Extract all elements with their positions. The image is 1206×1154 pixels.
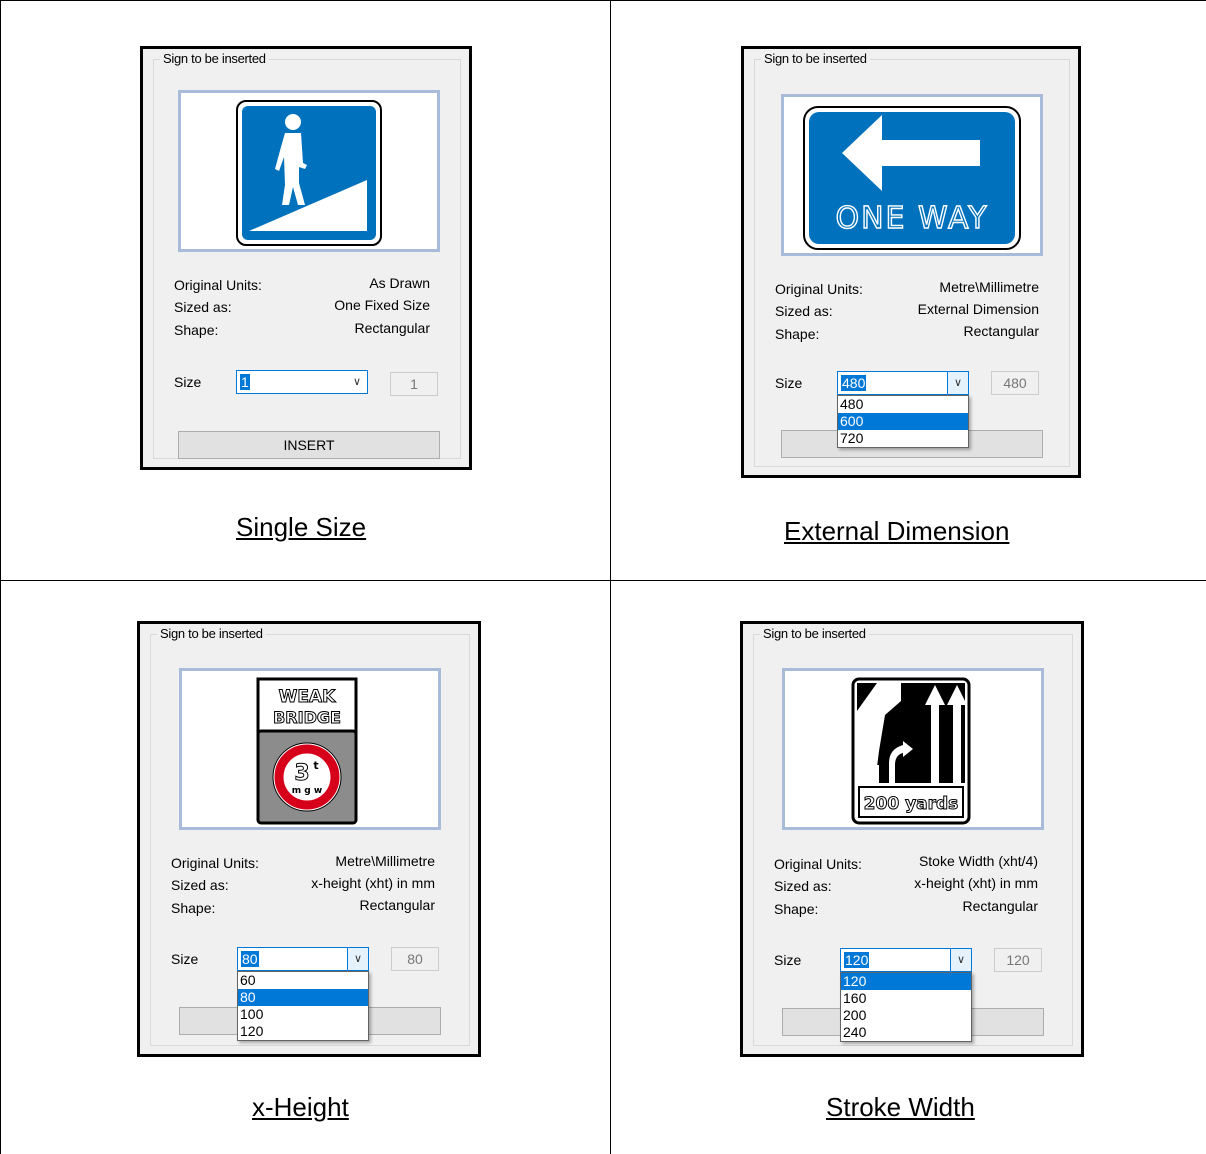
dropdown-option-selected[interactable]: 80 xyxy=(238,989,368,1006)
group-title: Sign to be inserted xyxy=(761,52,870,66)
dropdown-option-selected[interactable]: 120 xyxy=(841,973,971,990)
group-title: Sign to be inserted xyxy=(157,627,266,641)
original-units-label: Original Units: xyxy=(775,281,863,297)
sign-group: Sign to be inserted Original Units: Size… xyxy=(153,52,461,459)
sign-text-bridge: BRIDGE xyxy=(273,708,341,727)
dropdown-option[interactable]: 720 xyxy=(838,430,968,447)
size-dropdown-list[interactable]: 60 80 100 120 xyxy=(237,971,369,1041)
sign-text-mgw: m g w xyxy=(292,786,322,796)
original-units-label: Original Units: xyxy=(171,855,259,871)
dialog-x-height: Sign to be inserted WEAK BRIDGE 3 t m g … xyxy=(137,621,481,1057)
size-combobox[interactable]: 1 ∨ xyxy=(236,370,368,394)
chevron-down-icon[interactable]: ∨ xyxy=(347,948,368,970)
sign-preview: ONE WAY xyxy=(781,94,1043,256)
sign-preview xyxy=(178,90,440,252)
chevron-down-icon[interactable]: ∨ xyxy=(950,949,971,971)
size-combobox[interactable]: 80 ∨ xyxy=(237,947,369,971)
size-readout: 1 xyxy=(390,372,438,396)
shape-value: Rectangular xyxy=(963,323,1040,339)
sign-group: Sign to be inserted ONE WAY Original Uni… xyxy=(754,52,1070,467)
size-combobox-value: 480 xyxy=(841,375,867,391)
size-readout: 80 xyxy=(391,947,439,971)
sized-as-label: Sized as: xyxy=(775,303,833,319)
sign-text-unit: t xyxy=(313,759,318,772)
dropdown-option[interactable]: 60 xyxy=(238,972,368,989)
chevron-down-icon[interactable]: ∨ xyxy=(347,371,367,393)
dialog-stroke-width: Sign to be inserted 200 yards Original U… xyxy=(740,621,1084,1057)
dropdown-option[interactable]: 200 xyxy=(841,1007,971,1024)
dropdown-option[interactable]: 100 xyxy=(238,1006,368,1023)
weak-bridge-sign-icon: WEAK BRIDGE 3 t m g w xyxy=(256,677,358,825)
table-border-top xyxy=(0,0,1206,1)
dialog-external-dimension: Sign to be inserted ONE WAY Original Uni… xyxy=(741,46,1081,478)
size-label: Size xyxy=(775,375,803,391)
chevron-down-icon[interactable]: ∨ xyxy=(947,372,968,394)
shape-value: Rectangular xyxy=(359,897,436,913)
dropdown-option[interactable]: 480 xyxy=(838,396,968,413)
size-combobox[interactable]: 480 ∨ xyxy=(837,371,969,395)
original-units-value: Stoke Width (xht/4) xyxy=(918,853,1038,869)
shape-label: Shape: xyxy=(171,900,216,916)
table-border-left xyxy=(0,0,1,1154)
sized-as-label: Sized as: xyxy=(171,877,229,893)
group-title: Sign to be inserted xyxy=(760,627,869,641)
group-title: Sign to be inserted xyxy=(160,52,269,66)
size-readout: 120 xyxy=(994,948,1042,972)
size-dropdown-list[interactable]: 480 600 720 xyxy=(837,395,969,448)
sign-group: Sign to be inserted WEAK BRIDGE 3 t m g … xyxy=(150,627,470,1046)
shape-value: Rectangular xyxy=(962,898,1039,914)
original-units-label: Original Units: xyxy=(174,277,262,293)
original-units-value: Metre\Millimetre xyxy=(335,853,435,869)
sign-text-one-way: ONE WAY xyxy=(835,201,988,236)
size-label: Size xyxy=(774,952,802,968)
pedestrian-ramp-sign-icon xyxy=(236,100,382,246)
sized-as-value: x-height (xht) in mm xyxy=(914,875,1038,891)
original-units-value: Metre\Millimetre xyxy=(939,279,1039,295)
sign-text-weak: WEAK xyxy=(279,687,337,707)
size-combobox[interactable]: 120 ∨ xyxy=(840,948,972,972)
original-units-value: As Drawn xyxy=(369,275,430,291)
dropdown-option[interactable]: 160 xyxy=(841,990,971,1007)
dropdown-option-selected[interactable]: 600 xyxy=(838,413,968,430)
sized-as-label: Sized as: xyxy=(774,878,832,894)
sign-preview: 200 yards xyxy=(782,668,1044,830)
size-label: Size xyxy=(174,374,202,390)
size-combobox-value: 120 xyxy=(844,952,870,968)
dropdown-option[interactable]: 120 xyxy=(238,1023,368,1040)
shape-label: Shape: xyxy=(775,326,820,342)
one-way-arrow-sign-icon: ONE WAY xyxy=(803,106,1021,250)
caption-single-size: Single Size xyxy=(236,512,367,542)
size-readout: 480 xyxy=(991,371,1039,395)
table-border-row xyxy=(0,580,1206,581)
caption-external-dimension: External Dimension xyxy=(784,516,1010,546)
shape-label: Shape: xyxy=(774,901,819,917)
dialog-single-size: Sign to be inserted Original Units: Size… xyxy=(140,46,472,470)
shape-label: Shape: xyxy=(174,322,219,338)
size-combobox-value: 1 xyxy=(240,374,250,390)
size-dropdown-list[interactable]: 120 160 200 240 xyxy=(840,972,972,1042)
lane-merge-sign-icon: 200 yards xyxy=(851,677,971,825)
sized-as-value: One Fixed Size xyxy=(334,297,430,313)
sized-as-label: Sized as: xyxy=(174,299,232,315)
caption-x-height: x-Height xyxy=(252,1092,349,1122)
sized-as-value: x-height (xht) in mm xyxy=(311,875,435,891)
caption-stroke-width: Stroke Width xyxy=(826,1092,975,1122)
shape-value: Rectangular xyxy=(354,320,431,336)
original-units-label: Original Units: xyxy=(774,856,862,872)
sized-as-value: External Dimension xyxy=(917,301,1039,317)
sign-group: Sign to be inserted 200 yards Original U… xyxy=(753,627,1073,1046)
size-label: Size xyxy=(171,951,199,967)
table-border-middle xyxy=(610,0,611,1154)
dropdown-option[interactable]: 240 xyxy=(841,1024,971,1041)
size-combobox-value: 80 xyxy=(241,951,259,967)
insert-button[interactable]: INSERT xyxy=(178,431,440,459)
sign-text-weight: 3 xyxy=(294,761,309,786)
sign-text-distance: 200 yards xyxy=(864,794,959,814)
sign-preview: WEAK BRIDGE 3 t m g w xyxy=(179,668,441,830)
